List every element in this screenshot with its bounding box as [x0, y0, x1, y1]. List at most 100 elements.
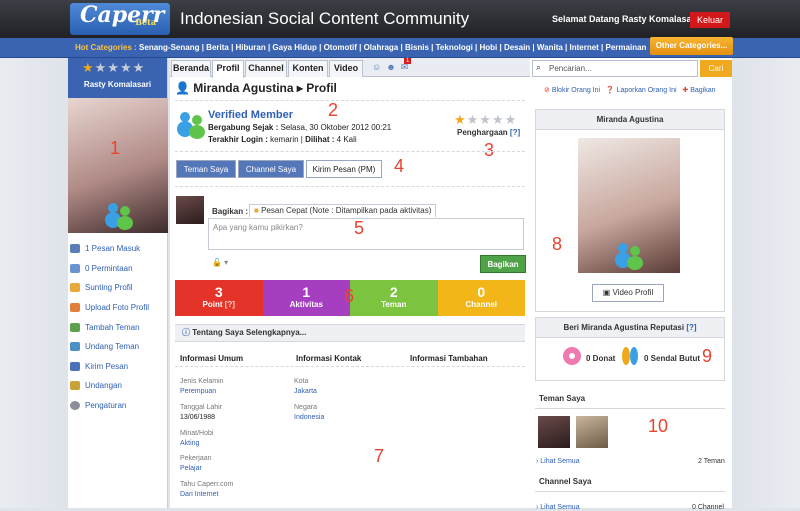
quick-message-tab[interactable]: ■ Pesan Cepat (Note : Ditampilkan pada a…	[249, 204, 437, 217]
caperr-logo[interactable]: Caperr Beta	[70, 3, 170, 35]
category-list[interactable]: Hot Categories : Senang-Senang | Berita …	[75, 43, 646, 52]
award-help-link[interactable]: [?]	[510, 128, 520, 137]
menu-upload-photo[interactable]: Upload Foto Profil	[68, 298, 167, 318]
know-label: Tahu Caperr.com	[180, 481, 234, 488]
block-user-link[interactable]: Blokir Orang Ini	[552, 87, 600, 94]
menu-label: Kirim Pesan	[85, 361, 129, 371]
reputation-title: Beri Miranda Agustina Reputasi [?]	[536, 318, 724, 338]
share-profile-link[interactable]: Bagikan	[690, 87, 715, 94]
stat-activity[interactable]: 1 Aktivitas	[262, 280, 350, 316]
other-categories-button[interactable]: Other Categories...	[650, 37, 733, 55]
camera-icon: ▣	[602, 288, 611, 297]
channel-section-title: Channel Saya	[535, 472, 725, 492]
annotation-2: 2	[328, 100, 339, 120]
friend-avatar[interactable]	[538, 416, 570, 448]
menu-settings[interactable]: Pengaturan	[68, 396, 167, 416]
dob-value: 13/06/1988	[180, 414, 216, 421]
menu-invite-friend[interactable]: Undang Teman	[68, 337, 167, 357]
job-value[interactable]: Pelajar	[180, 465, 202, 472]
annotation-10: 10	[648, 416, 669, 436]
award-label: Penghargaan [?]	[457, 128, 520, 137]
point-help-link[interactable]: [?]	[225, 300, 235, 309]
user-avatar[interactable]: 1	[68, 98, 168, 233]
extra-info-header: Informasi Tambahan	[410, 354, 488, 363]
video-profile-button[interactable]: ▣ Video Profil	[592, 284, 664, 302]
know-value[interactable]: Dari Internet	[180, 491, 219, 498]
verified-member-icon	[177, 112, 205, 139]
reputation-help-link[interactable]: [?]	[686, 323, 696, 332]
friends-icon[interactable]: ☻	[386, 62, 395, 72]
gender-value[interactable]: Perempuan	[180, 388, 216, 395]
menu-add-friend[interactable]: Tambah Teman	[68, 317, 167, 337]
share-button[interactable]: Bagikan	[480, 255, 526, 273]
hobby-value[interactable]: Akting	[180, 440, 199, 447]
seen-label: Dilihat :	[305, 135, 335, 144]
search-input[interactable]: Pencarian...	[532, 60, 698, 77]
tab-profil[interactable]: Profil	[212, 60, 244, 78]
send-message-button[interactable]: Kirim Pesan (PM)	[306, 160, 382, 178]
joined-label: Bergabung Sejak :	[208, 123, 279, 132]
message-icon	[70, 361, 80, 371]
about-title: Tentang Saya Selengkapnya...	[192, 328, 307, 337]
stat-point[interactable]: 3 Point [?]	[175, 280, 263, 316]
city-value[interactable]: Jakarta	[294, 388, 317, 395]
stat-channel[interactable]: 0 Channel	[437, 280, 525, 316]
menu-edit-profile[interactable]: Sunting Profil	[68, 278, 167, 298]
activity-icon[interactable]: ☺	[372, 62, 381, 72]
tab-konten[interactable]: Konten	[288, 60, 328, 77]
report-user-link[interactable]: Laporkan Orang Ini	[617, 87, 677, 94]
divider	[175, 100, 525, 101]
messenger-icon	[105, 203, 133, 230]
hot-categories-label: Hot Categories :	[75, 43, 137, 52]
rating-stars: ★★★★★	[82, 60, 146, 75]
menu-requests[interactable]: 0 Permintaan	[68, 259, 167, 279]
my-friends-button[interactable]: Teman Saya	[176, 160, 236, 178]
user-icon: 👤	[175, 81, 190, 95]
award-text: Penghargaan	[457, 128, 508, 137]
mail-icon	[70, 263, 80, 273]
annotation-5: 5	[354, 218, 365, 238]
stat-label: Teman	[381, 300, 407, 309]
share-avatar	[176, 196, 204, 224]
quick-icons[interactable]: ☺ ☻ ✉	[372, 62, 408, 73]
menu-label: Pengaturan	[85, 401, 127, 411]
login-label: Terakhir Login :	[208, 135, 268, 144]
menu-inbox[interactable]: 1 Pesan Masuk	[68, 239, 167, 259]
hobby-label: Minat/Hobi	[180, 430, 214, 437]
search-icon: ⌕	[536, 62, 542, 72]
country-value[interactable]: Indonesia	[294, 414, 324, 421]
my-channel-button[interactable]: Channel Saya	[238, 160, 304, 178]
verified-member-label[interactable]: Verified Member	[208, 109, 293, 121]
tab-video[interactable]: Video	[329, 60, 363, 77]
note-icon: ■	[254, 206, 259, 215]
donut-icon[interactable]	[562, 346, 582, 366]
stat-friends[interactable]: 2 Teman	[350, 280, 438, 316]
logout-button[interactable]: Keluar	[690, 12, 730, 28]
see-all-friends-link[interactable]: › Lihat Semua	[536, 458, 580, 465]
stat-label: Point [?]	[175, 300, 263, 309]
friend-avatar[interactable]	[576, 416, 608, 448]
divider	[175, 366, 525, 367]
joined-line: Bergabung Sejak : Selasa, 30 Oktober 201…	[208, 123, 391, 132]
general-info-header: Informasi Umum	[180, 354, 244, 363]
tab-channel[interactable]: Channel	[245, 60, 287, 77]
search-button[interactable]: Cari	[700, 60, 732, 77]
tab-beranda[interactable]: Beranda	[171, 60, 211, 77]
stat-label: Aktivitas	[289, 300, 323, 309]
page-title: 👤 Miranda Agustina ▸ Profil	[175, 81, 337, 95]
status-input[interactable]: Apa yang kamu pikirkan?	[208, 218, 524, 250]
menu-invitations[interactable]: Undangan	[68, 376, 167, 396]
sandal-icon[interactable]	[620, 345, 640, 367]
category-links[interactable]: Senang-Senang | Berita | Hiburan | Gaya …	[139, 43, 646, 52]
award-stars: ★★★★★	[454, 112, 518, 127]
right-sidebar: Pencarian... ⌕ Cari ⊘ Blokir Orang Ini ❓…	[530, 58, 732, 511]
profile-photo[interactable]	[578, 138, 680, 273]
annotation-4: 4	[394, 156, 405, 176]
menu-label: 0 Permintaan	[85, 263, 133, 273]
privacy-lock-icon[interactable]: 🔓 ▾	[212, 258, 228, 267]
about-header[interactable]: ⓘ Tentang Saya Selengkapnya...	[175, 324, 525, 342]
logo-beta: Beta	[135, 17, 156, 27]
top-bar: Caperr Beta Indonesian Social Content Com…	[0, 0, 800, 38]
job-label: Pekerjaan	[180, 455, 212, 462]
menu-send-message[interactable]: Kirim Pesan	[68, 357, 167, 377]
